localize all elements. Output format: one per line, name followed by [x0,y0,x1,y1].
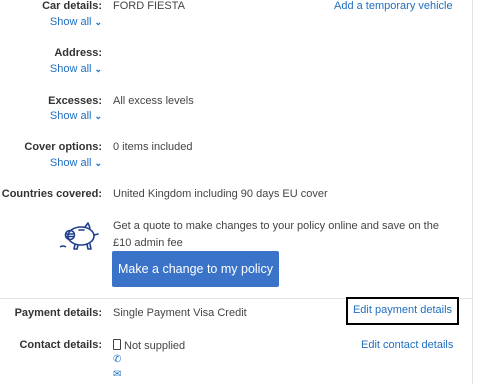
chevron-down-icon: ⌄ [94,111,102,121]
show-all-label: Show all [49,16,92,28]
excesses-label: Excesses: [48,95,102,107]
cover-options-label: Cover options: [24,141,102,153]
car-details-value: FORD FIESTA [113,0,185,12]
envelope-icon: ✉ [113,369,122,380]
show-all-label: Show all [49,63,92,75]
edit-contact-details-link[interactable]: Edit contact details [361,339,453,351]
phone-icon: ✆ [113,354,122,365]
countries-covered-value: United Kingdom including 90 days EU cove… [113,188,328,200]
make-change-button[interactable]: Make a change to my policy [112,251,279,287]
right-divider [472,0,473,384]
contact-mobile-row: Not supplied [113,339,185,352]
address-label: Address: [54,47,102,59]
chevron-down-icon: ⌄ [94,17,102,27]
edit-payment-details-highlight: Edit payment details [346,297,459,325]
chevron-down-icon: ⌄ [94,64,102,74]
car-details-label: Car details: [42,0,102,12]
show-all-label: Show all [49,110,92,122]
edit-payment-details-link[interactable]: Edit payment details [348,299,457,322]
car-details-show-all[interactable]: Show all ⌄ [50,16,102,28]
payment-details-label: Payment details: [14,307,102,319]
address-show-all[interactable]: Show all ⌄ [50,63,102,75]
contact-details-label: Contact details: [19,339,102,351]
cover-options-show-all[interactable]: Show all ⌄ [50,157,102,169]
mobile-icon [113,339,121,350]
countries-covered-label: Countries covered: [1,188,102,200]
show-all-label: Show all [49,157,92,169]
chevron-down-icon: ⌄ [94,158,102,168]
excesses-show-all[interactable]: Show all ⌄ [50,110,102,122]
excesses-value: All excess levels [113,95,194,107]
payment-details-value: Single Payment Visa Credit [113,307,247,319]
piggy-bank-icon [59,222,99,250]
cover-options-value: 0 items included [113,141,193,153]
contact-details-value: Not supplied [124,340,186,352]
add-temporary-vehicle-link[interactable]: Add a temporary vehicle [334,0,453,12]
quote-text: Get a quote to make changes to your poli… [113,220,439,249]
